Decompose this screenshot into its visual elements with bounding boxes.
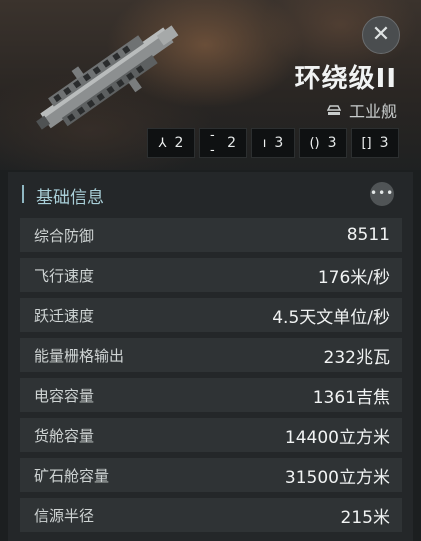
attribute-label: 跃迁速度 (34, 306, 95, 325)
basic-info-panel: 基础信息 ••• 综合防御 8511 飞行速度 176米/秒 跃迁速度 4.5天… (8, 172, 413, 541)
attribute-label: 电容容量 (34, 386, 95, 405)
attribute-label: 能量栅格输出 (34, 346, 125, 365)
attribute-label: 货舱容量 (34, 426, 95, 445)
attribute-label: 信源半径 (34, 506, 95, 525)
attribute-row-powergrid: 能量栅格输出 232兆瓦 (20, 338, 402, 372)
more-icon: ••• (370, 186, 395, 200)
attribute-value: 232兆瓦 (323, 347, 390, 368)
attribute-label: 综合防御 (34, 226, 95, 245)
attribute-value: 8511 (346, 225, 390, 245)
attribute-label: 矿石舱容量 (34, 466, 110, 485)
attribute-row-warp-speed: 跃迁速度 4.5天文单位/秒 (20, 298, 402, 332)
ship-class-label: 工业舰 (348, 102, 397, 121)
rig-slot-icon: () (309, 135, 320, 151)
subsystem-slot-count: [] 3 (351, 128, 399, 158)
low-slot-count: ı 3 (251, 128, 295, 158)
high-slot-icon: ⅄ (158, 135, 167, 151)
attribute-list: 综合防御 8511 飞行速度 176米/秒 跃迁速度 4.5天文单位/秒 能量栅… (20, 218, 402, 538)
section-title: 基础信息 (36, 188, 104, 208)
ship-image (36, 25, 179, 130)
industrial-ship-icon (326, 104, 341, 115)
attribute-value: 4.5天文单位/秒 (272, 307, 390, 328)
attribute-value: 176米/秒 (317, 267, 390, 288)
rig-slot-count: () 3 (299, 128, 347, 158)
attribute-row-capacitor: 电容容量 1361吉焦 (20, 378, 402, 412)
close-icon: ✕ (371, 22, 391, 47)
more-options-button[interactable]: ••• (370, 182, 394, 206)
attribute-row-ore-hold: 矿石舱容量 31500立方米 (20, 458, 402, 492)
attribute-row-cargo: 货舱容量 14400立方米 (20, 418, 402, 452)
attribute-value: 14400立方米 (284, 427, 390, 448)
low-slot-icon: ı (262, 135, 267, 151)
attribute-label: 飞行速度 (34, 266, 95, 285)
ship-header: ✕ 环绕级II 工业舰 ⅄ 2 -- 2 ı 3 () 3 [] 3 (0, 0, 421, 170)
attribute-row-speed: 飞行速度 176米/秒 (20, 258, 402, 292)
attribute-value: 215米 (340, 507, 390, 528)
attribute-value: 1361吉焦 (312, 387, 390, 408)
close-button[interactable]: ✕ (362, 16, 400, 54)
attribute-row-defense: 综合防御 8511 (20, 218, 402, 252)
section-accent-bar (22, 185, 24, 203)
high-slot-count: ⅄ 2 (147, 128, 195, 158)
mid-slot-count: -- 2 (199, 128, 247, 158)
attribute-row-signature-radius: 信源半径 215米 (20, 498, 402, 532)
slot-summary: ⅄ 2 -- 2 ı 3 () 3 [] 3 (147, 128, 399, 158)
attribute-value: 31500立方米 (284, 467, 390, 488)
subsystem-slot-icon: [] (361, 135, 372, 151)
ship-class: 工业舰 (326, 98, 397, 122)
mid-slot-icon: -- (210, 128, 215, 158)
section-header: 基础信息 ••• (8, 172, 413, 216)
ship-name: 环绕级II (294, 64, 397, 94)
